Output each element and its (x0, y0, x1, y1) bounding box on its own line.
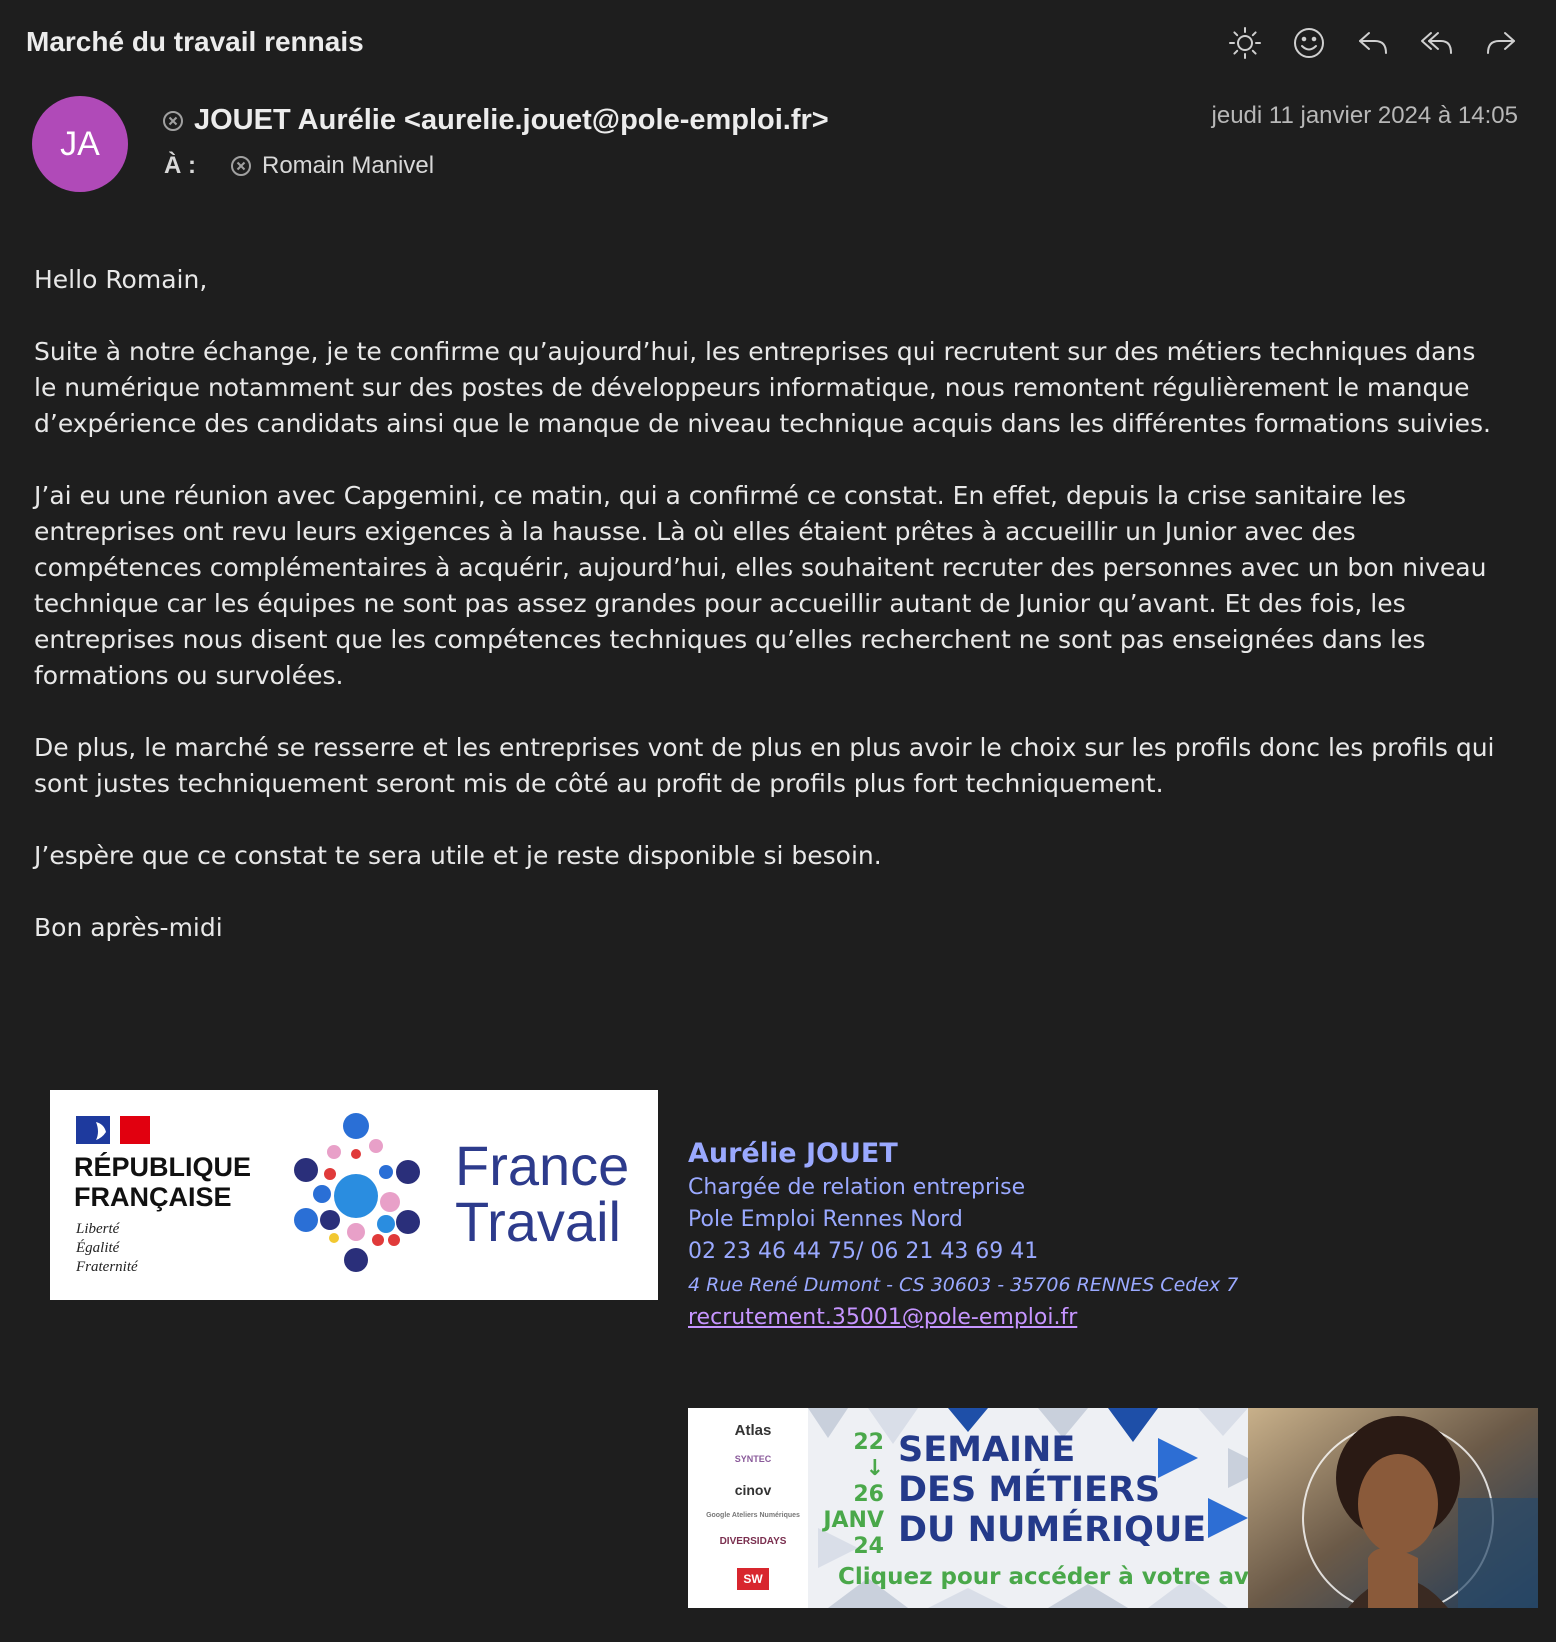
body-paragraph: J’ai eu une réunion avec Capgemini, ce m… (34, 481, 1487, 690)
reply-all-icon (1421, 32, 1452, 54)
emoji-button[interactable] (1288, 22, 1330, 64)
reply-button[interactable] (1352, 22, 1394, 64)
partner-logo: Atlas (734, 1422, 772, 1439)
body-paragraph: De plus, le marché se resserre et les en… (34, 733, 1495, 798)
forward-icon (1487, 32, 1515, 54)
recipient-line: À : Romain Manivel (164, 152, 434, 180)
banner-cta[interactable]: Cliquez pour accéder à votre avenir (838, 1564, 1300, 1590)
partner-logo: cinov (734, 1482, 772, 1498)
body-paragraph: Suite à notre échange, je te confirme qu… (34, 337, 1491, 438)
smiley-icon (1294, 28, 1324, 58)
semaine-numerique-banner[interactable]: Atlas SYNTEC cinov Google Ateliers Numér… (688, 1408, 1538, 1608)
banner-partner-logos: Atlas SYNTEC cinov Google Ateliers Numér… (688, 1408, 808, 1608)
signature-role: Chargée de relation entreprise (688, 1175, 1026, 1200)
sun-icon (1229, 27, 1261, 59)
greeting: Hello Romain, (34, 265, 208, 294)
sender-line[interactable]: JOUET Aurélie <aurelie.jouet@pole-emploi… (162, 104, 829, 137)
republique-francaise-text: RÉPUBLIQUE FRANÇAISE (74, 1152, 252, 1212)
marianne-flag-icon (76, 1116, 150, 1144)
partner-logo: SW (698, 1568, 808, 1590)
sender-avatar: JA (32, 96, 128, 192)
reply-all-button[interactable] (1416, 22, 1458, 64)
woman-photo-image (1248, 1408, 1538, 1608)
message-date: jeudi 11 janvier 2024 à 14:05 (1211, 102, 1518, 129)
appearance-button[interactable] (1224, 22, 1266, 64)
banner-title: SEMAINE DES MÉTIERS DU NUMÉRIQUE (898, 1430, 1207, 1550)
partner-logo: SYNTEC (734, 1454, 772, 1464)
recipient-name[interactable]: Romain Manivel (262, 152, 434, 180)
sender-address[interactable]: JOUET Aurélie <aurelie.jouet@pole-emploi… (194, 104, 829, 137)
message-header-bar: Marché du travail rennais (0, 0, 1556, 90)
message-body: Hello Romain, Suite à notre échange, je … (34, 262, 1504, 982)
devise-text: Liberté Égalité Fraternité (76, 1221, 138, 1275)
france-travail-logo: RÉPUBLIQUE FRANÇAISE Liberté Égalité Fra… (50, 1090, 658, 1300)
france-travail-dots-icon (294, 1113, 420, 1272)
signature-agency: Pole Emploi Rennes Nord (688, 1207, 963, 1232)
email-signature: Aurélie JOUET Chargée de relation entrep… (688, 1136, 1238, 1334)
banner-dates: 22 ↓ 26 JANV 24 (823, 1430, 884, 1559)
message-subject: Marché du travail rennais (26, 26, 364, 57)
signature-phones: 02 23 46 44 75/ 06 21 43 69 41 (688, 1239, 1039, 1264)
remove-recipient-icon[interactable] (230, 155, 252, 177)
closing: Bon après-midi (34, 913, 223, 942)
forward-button[interactable] (1480, 22, 1522, 64)
avatar-initials: JA (60, 124, 100, 163)
to-label: À : (164, 152, 196, 179)
france-travail-wordmark: France Travail (455, 1134, 630, 1253)
body-paragraph: J’espère que ce constat te sera utile et… (34, 841, 882, 870)
signature-email-link[interactable]: recrutement.35001@pole-emploi.fr (688, 1302, 1238, 1334)
reply-icon (1359, 32, 1387, 54)
signature-name: Aurélie JOUET (688, 1138, 898, 1169)
partner-logo: Google Ateliers Numériques (706, 1512, 800, 1519)
remove-sender-icon[interactable] (162, 110, 184, 132)
message-toolbar (1224, 22, 1522, 64)
partner-logo: DIVERSIDAYS (719, 1536, 787, 1547)
signature-address: 4 Rue René Dumont - CS 30603 - 35706 REN… (688, 1274, 1239, 1296)
